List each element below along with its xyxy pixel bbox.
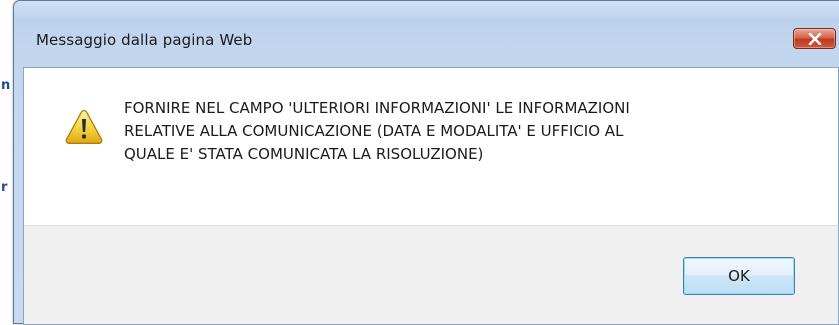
background-text-fragment: r <box>1 180 8 195</box>
dialog-content: FORNIRE NEL CAMPO 'ULTERIORI INFORMAZION… <box>24 68 838 225</box>
background-text-fragment: n <box>1 78 11 93</box>
dialog-message: FORNIRE NEL CAMPO 'ULTERIORI INFORMAZION… <box>124 99 630 163</box>
dialog-body: FORNIRE NEL CAMPO 'ULTERIORI INFORMAZION… <box>23 67 839 325</box>
dialog-title: Messaggio dalla pagina Web <box>36 31 253 49</box>
dialog-titlebar[interactable]: Messaggio dalla pagina Web <box>14 1 839 67</box>
warning-icon <box>65 109 103 144</box>
dialog-button-bar: OK <box>24 225 838 324</box>
close-icon <box>808 33 822 45</box>
ok-button[interactable]: OK <box>683 257 795 295</box>
message-dialog: Messaggio dalla pagina Web FORNIRE NEL C… <box>13 0 839 325</box>
close-button[interactable] <box>793 28 836 49</box>
